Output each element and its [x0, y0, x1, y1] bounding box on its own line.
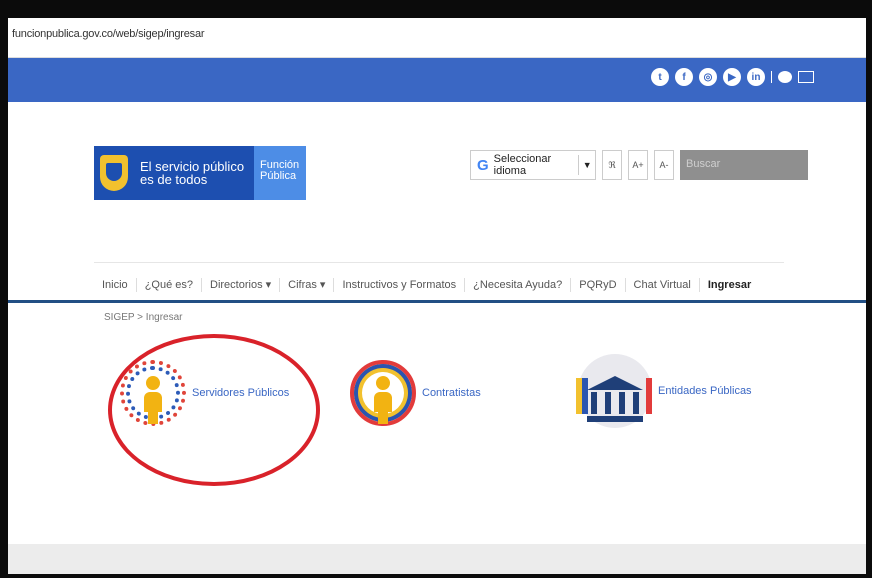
social-links: t f ◎ ▶ in: [651, 68, 814, 86]
chat-icon[interactable]: [778, 71, 792, 83]
header-tools: G Seleccionar idioma ▼ ℜ A+ A- Buscar: [470, 150, 808, 180]
person-icon: [374, 376, 392, 424]
breadcrumb: SIGEP > Ingresar: [104, 312, 182, 323]
option-label-contratistas: Contratistas: [422, 387, 481, 399]
logo-main: El servicio público es de todos: [94, 146, 254, 200]
url-text: funcionpublica.gov.co/web/sigep/ingresar: [12, 28, 205, 40]
nav-item-cifras[interactable]: Cifras ▾: [280, 277, 335, 292]
google-icon: G: [477, 156, 489, 174]
mail-icon[interactable]: [798, 71, 814, 83]
breadcrumb-current: Ingresar: [145, 312, 183, 323]
contratistas-badge-icon: [350, 360, 416, 426]
nav-item-instructivos[interactable]: Instructivos y Formatos: [334, 277, 466, 292]
font-increase-button[interactable]: A+: [628, 150, 648, 180]
language-selector[interactable]: G Seleccionar idioma ▼: [470, 150, 596, 180]
search-input[interactable]: Buscar: [680, 150, 808, 180]
coat-of-arms-icon: [100, 155, 128, 191]
nav-item-ingresar[interactable]: Ingresar: [700, 278, 759, 292]
site-logo[interactable]: El servicio público es de todos Función …: [94, 146, 306, 200]
footer-strip: [8, 544, 866, 574]
font-decrease-button[interactable]: A-: [654, 150, 674, 180]
entidades-badge-icon: [576, 354, 652, 428]
breadcrumb-separator: >: [137, 312, 144, 323]
logo-right-line2: Pública: [260, 170, 297, 182]
twitter-icon[interactable]: t: [651, 68, 669, 86]
nav-item-chat[interactable]: Chat Virtual: [626, 277, 700, 292]
linkedin-icon[interactable]: in: [747, 68, 765, 86]
option-entidades[interactable]: Entidades Públicas: [576, 354, 752, 428]
top-bar: t f ◎ ▶ in: [8, 58, 866, 102]
nav-item-inicio[interactable]: Inicio: [94, 277, 137, 292]
screenshot-frame: funcionpublica.gov.co/web/sigep/ingresar…: [0, 0, 872, 578]
browser-viewport: funcionpublica.gov.co/web/sigep/ingresar…: [8, 18, 866, 574]
option-label-entidades: Entidades Públicas: [658, 385, 752, 397]
nav-item-ayuda[interactable]: ¿Necesita Ayuda?: [465, 277, 572, 292]
highlight-circle: [108, 334, 320, 486]
logo-text: El servicio público es de todos: [140, 160, 244, 186]
government-building-icon: [587, 376, 643, 422]
breadcrumb-root[interactable]: SIGEP: [104, 312, 134, 323]
nav-underline: [8, 300, 866, 303]
divider: [771, 71, 772, 83]
language-label: Seleccionar idioma: [493, 153, 552, 177]
nav-item-directorios[interactable]: Directorios ▾: [202, 277, 281, 292]
rss-button[interactable]: ℜ: [602, 150, 622, 180]
rss-icon: ℜ: [608, 159, 616, 170]
facebook-icon[interactable]: f: [675, 68, 693, 86]
nav-item-pqryd[interactable]: PQRyD: [571, 277, 626, 292]
youtube-icon[interactable]: ▶: [723, 68, 741, 86]
nav-item-que-es[interactable]: ¿Qué es?: [137, 277, 202, 292]
logo-line2: es de todos: [140, 172, 208, 187]
chevron-down-icon: ▼: [578, 155, 595, 175]
logo-secondary: Función Pública: [254, 146, 306, 200]
instagram-icon[interactable]: ◎: [699, 68, 717, 86]
address-bar[interactable]: funcionpublica.gov.co/web/sigep/ingresar: [8, 18, 866, 58]
option-contratistas[interactable]: Contratistas: [350, 360, 481, 426]
